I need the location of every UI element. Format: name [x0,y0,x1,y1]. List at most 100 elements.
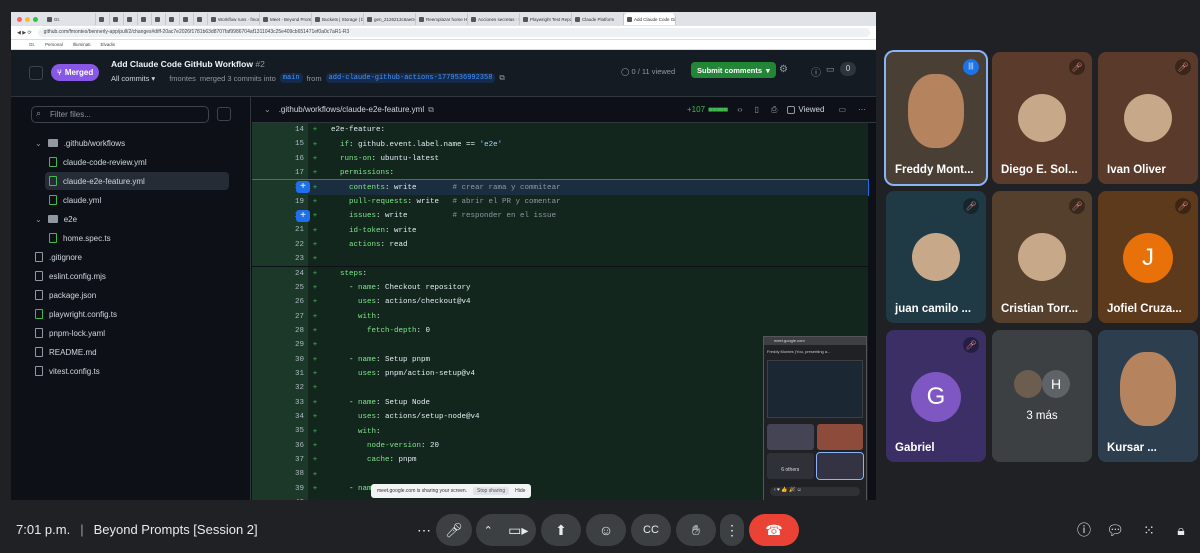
tree-file[interactable]: claude.yml [45,191,229,209]
diff-line[interactable]: 14 + e2e-feature: [252,123,868,138]
tree-file[interactable]: eslint.config.mjs [31,267,229,285]
diff-line[interactable]: 21 + id-token: write [252,223,868,238]
participant-tile[interactable]: ||| Freddy Mont... [884,50,988,186]
present-screen-button[interactable]: ⬆︎ [541,514,581,546]
tree-file[interactable]: playwright.config.ts [31,305,229,323]
activities-icon[interactable]: ⁙ [1137,518,1161,542]
browser-tab[interactable]: Playwright Test Report [520,13,572,25]
code-view-icon[interactable]: ‹› [737,105,742,114]
diff-line[interactable]: 16 + runs-on: ubuntu-latest [252,151,868,167]
diff-line[interactable]: 17 + permissions: [252,166,868,181]
browser-tab[interactable] [166,13,180,25]
all-commits-dropdown[interactable]: All commits ▾ [111,74,155,83]
diff-line[interactable]: 27 + with: [252,309,868,324]
browser-tab[interactable] [110,13,124,25]
browser-tab[interactable]: Buckets | Storage | benn [312,13,364,25]
tree-file[interactable]: pnpm-lock.yaml [31,324,229,342]
diff-line[interactable]: 22 + actions: read [252,237,868,253]
browser-tab[interactable] [124,13,138,25]
participant-tile[interactable]: Kursar ... [1098,330,1198,462]
bookmark-item[interactable]: Elvadis [101,42,116,47]
tree-folder[interactable]: ⌄ .github/workflows [31,134,229,152]
chevron-down-icon[interactable]: ⌄ [35,215,42,224]
tree-file[interactable]: claude-code-review.yml [45,153,229,171]
more-actions-button[interactable]: ⋮ [720,514,744,546]
diff-line[interactable]: 15 + if: github.event.label.name == 'e2e' [252,137,868,152]
window-controls[interactable] [11,16,44,22]
line-number[interactable]: 38 [252,467,308,482]
line-number[interactable]: 23 [252,252,308,267]
line-number[interactable]: 15 [252,137,308,152]
line-number[interactable]: 37 [252,453,308,468]
tree-file[interactable]: home.spec.ts [45,229,229,247]
browser-tab[interactable]: gen_2126213c6ae04 [364,13,416,25]
line-number[interactable]: 29 [252,338,308,353]
filter-options-icon[interactable] [217,107,231,121]
participant-tile[interactable]: G 🎤︎ Gabriel [886,330,986,462]
hide-button[interactable]: Hide [515,488,525,494]
diff-line[interactable]: 25 + - name: Checkout repository [252,280,868,296]
browser-tab[interactable]: Claude Platform [572,13,624,25]
line-number[interactable]: 26 [252,295,308,310]
line-number[interactable]: 16 [252,151,308,167]
line-number[interactable]: 25 [252,280,308,296]
diff-file-name[interactable]: .github/workflows/claude-e2e-feature.yml [279,105,424,114]
line-number[interactable]: 19 [252,194,308,210]
tree-file[interactable]: package.json [31,286,229,304]
filter-files-input[interactable]: Filter files... [31,106,209,123]
participant-tile[interactable]: 🎤︎ juan camilo ... [886,191,986,323]
tree-file[interactable]: README.md [31,343,229,361]
browser-tab[interactable]: Add Claude Code GitHub [624,13,676,25]
collapse-chevron-icon[interactable]: ⌄ [264,105,271,114]
microphone-button[interactable]: 🎤︎ [436,514,472,546]
line-number[interactable]: 24 [252,266,308,281]
more-options-icon[interactable]: ⋯ [858,105,866,114]
sidebar-toggle-icon[interactable] [29,66,43,80]
meeting-details-icon[interactable]: ⓘ [1072,518,1096,542]
leave-call-button[interactable]: ☎︎ [749,514,799,546]
browser-tab[interactable]: Acciones secretas · fmontes [468,13,520,25]
line-number[interactable]: 40 [252,496,308,500]
bookmark-item[interactable]: Illuminati [73,42,91,47]
line-number[interactable]: 28 [252,323,308,339]
comment-icon[interactable]: ▭ [838,105,846,114]
bookmark-item[interactable]: Personal [45,42,63,47]
line-number[interactable]: 32 [252,381,308,396]
tree-file[interactable]: claude-e2e-feature.yml [45,172,229,190]
line-number[interactable]: 27 [252,309,308,324]
raise-hand-button[interactable]: ✋︎ [676,514,716,546]
diff-line[interactable]: 23 + [252,252,868,267]
line-number[interactable]: 22 [252,237,308,253]
line-number[interactable]: 33 [252,395,308,410]
line-number[interactable]: 36 [252,438,308,454]
browser-tab[interactable] [180,13,194,25]
diff-line[interactable]: 20+ issues: write # responder en el issu… [252,209,868,224]
tree-folder[interactable]: ⌄ e2e [31,210,229,228]
emoji-reactions-button[interactable]: ☺ [586,514,626,546]
line-number[interactable]: 14 [252,123,308,138]
browser-tab[interactable]: Reemplazar home Hello [416,13,468,25]
line-number[interactable]: 30 [252,352,308,367]
address-bar[interactable]: ◀ ▶ ⟳ github.com/fmontes/bennerly-app/pu… [11,26,876,40]
tree-file[interactable]: vitest.config.ts [31,362,229,380]
pr-author[interactable]: fmontes [169,74,196,83]
mini-reactions-bar[interactable]: ‹ ♥ 👍 🎉 ☺ [770,487,860,496]
copy-path-icon[interactable]: ⧉ [428,105,434,115]
bookmark-item[interactable]: Gt. [29,42,35,47]
url-field[interactable]: github.com/fmontes/bennerly-app/pull/2/c… [37,28,870,37]
chevron-down-icon[interactable]: ⌄ [35,139,42,148]
line-number[interactable]: 21 [252,223,308,238]
line-number[interactable]: 31 [252,366,308,382]
add-comment-button[interactable]: + [296,181,310,194]
camera-button[interactable]: ⌃ ▭▸ [476,514,536,546]
host-controls-icon[interactable]: 🔒︎ [1169,518,1193,542]
participant-tile[interactable]: 🎤︎ Cristian Torr... [992,191,1092,323]
head-branch[interactable]: add-claude-github-actions-1779536992358 [325,73,496,83]
submit-comments-button[interactable]: Submit comments ▾ [691,62,776,78]
copy-icon[interactable]: ⧉ [499,73,504,83]
viewed-checkbox[interactable]: Viewed [787,105,824,114]
captions-button[interactable]: CC [631,514,671,546]
file-view-icon[interactable]: ▯ [755,105,759,114]
stop-sharing-button[interactable]: Stop sharing [473,487,510,495]
browser-tab[interactable] [152,13,166,25]
